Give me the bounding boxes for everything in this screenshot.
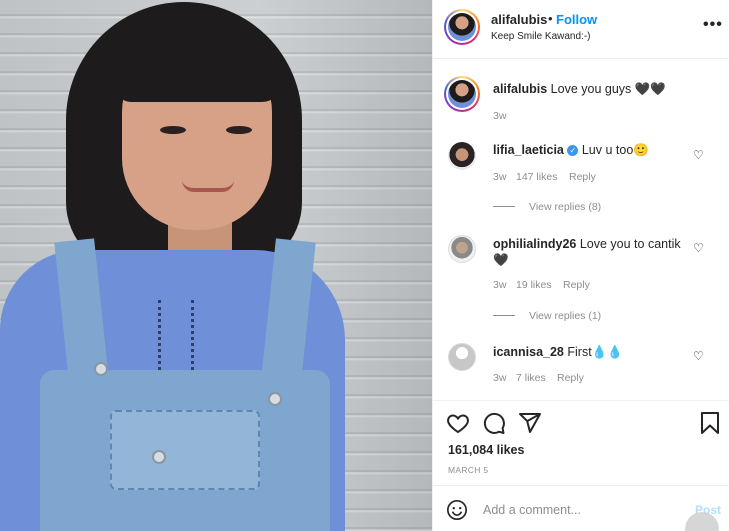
comment-likes[interactable]: 147 likes [516,171,557,183]
view-replies-button[interactable]: View replies (1) [493,310,601,322]
post-header: alifalubis • Follow Keep Smile Kawand:-)… [433,0,729,59]
like-comment-heart-icon[interactable]: ♡ [693,148,704,162]
comment-text: lifia_laeticia ✓ Luv u too🙂 [493,142,693,158]
header-location[interactable]: Keep Smile Kawand:-) [491,31,591,42]
verified-badge-icon: ✓ [567,145,579,156]
photo-button [268,392,282,406]
post-date[interactable]: MARCH 5 [448,465,488,475]
comment-text: icannisa_28 First💧💧 [493,344,693,360]
heart-icon[interactable] [446,411,470,435]
comment-username[interactable]: ophilialindy26 [493,237,576,251]
likes-count-label: 161,084 likes [448,443,525,457]
reply-button[interactable]: Reply [563,279,590,291]
avatar-image [448,80,476,108]
view-replies-button[interactable]: View replies (8) [493,201,601,213]
bookmark-icon[interactable] [698,411,722,435]
post-photo[interactable] [0,0,432,531]
follow-button[interactable]: Follow [556,12,597,27]
view-replies-label: View replies (1) [529,310,602,322]
commenter-avatar[interactable] [448,343,476,371]
comment-input[interactable] [483,499,683,521]
comment-body: First💧💧 [567,345,623,359]
divider-line [493,315,515,316]
photo-lacing [158,300,194,370]
share-icon[interactable] [518,411,542,435]
photo-button [94,362,108,376]
photo-pocket [110,410,260,490]
comment-time[interactable]: 3w [493,372,506,384]
add-comment-bar: Post [433,485,729,531]
reply-button[interactable]: Reply [569,171,596,183]
comment-likes[interactable]: 7 likes [516,372,546,384]
header-separator: • [548,11,553,26]
comment-username[interactable]: lifia_laeticia [493,143,564,157]
comment-icon[interactable] [482,411,506,435]
photo-bangs [112,22,282,102]
like-comment-heart-icon[interactable]: ♡ [693,349,704,363]
header-username[interactable]: alifalubis [491,12,547,27]
caption-text: alifalubis Love you guys 🖤🖤 [493,82,666,97]
post-actions: 161,084 likes MARCH 5 [433,400,729,485]
emoji-icon[interactable] [446,499,468,521]
divider-line [493,206,515,207]
comment-time[interactable]: 3w [493,279,506,291]
comment-text: ophilialindy26 Love you to cantik 🖤 [493,236,693,268]
post-side-panel: alifalubis • Follow Keep Smile Kawand:-)… [432,0,729,531]
reply-button[interactable]: Reply [557,372,584,384]
photo-mouth [182,180,234,192]
comment-likes[interactable]: 19 likes [516,279,552,291]
caption-username[interactable]: alifalubis [493,82,547,96]
comment-time[interactable]: 3w [493,171,506,183]
commenter-avatar[interactable] [448,235,476,263]
comment-username[interactable]: icannisa_28 [493,345,564,359]
profile-avatar[interactable] [444,9,480,45]
more-options-icon[interactable]: ••• [703,16,723,34]
view-replies-label: View replies (8) [529,201,602,213]
caption-avatar[interactable] [444,76,480,112]
caption-body: Love you guys 🖤🖤 [550,82,666,96]
photo-eye-right [226,126,252,134]
avatar-image [448,13,476,41]
comments-list[interactable]: alifalubis Love you guys 🖤🖤 3w lifia_lae… [433,60,729,400]
caption-time[interactable]: 3w [493,110,506,122]
photo-button [152,450,166,464]
comment-body: Luv u too🙂 [581,143,649,157]
likes-count[interactable]: 161,084 likes [448,443,524,457]
like-comment-heart-icon[interactable]: ♡ [693,241,704,255]
commenter-avatar[interactable] [448,142,476,170]
photo-eye-left [160,126,186,134]
